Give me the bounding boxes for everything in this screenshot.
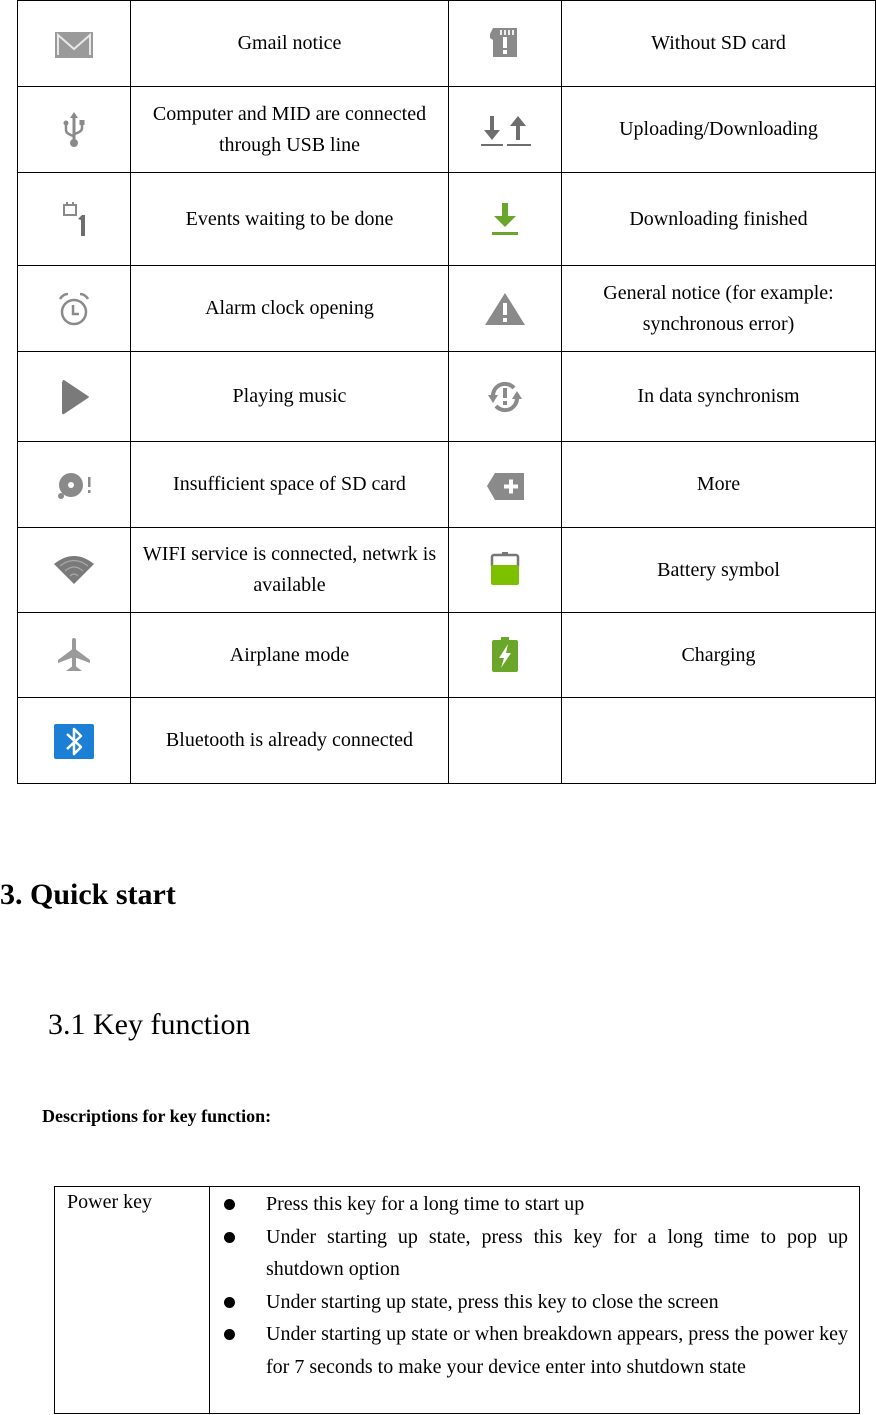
icon-cell	[17, 351, 131, 442]
gmail-icon	[52, 24, 96, 64]
list-item-text: Under starting up state, press this key …	[266, 1290, 719, 1313]
table-row: Insufficient space of SD card More	[17, 441, 876, 528]
icon-description: Charging	[561, 612, 876, 698]
icon-description: More	[561, 441, 876, 528]
icon-description: Gmail notice	[130, 0, 449, 87]
icon-cell	[17, 697, 131, 784]
section-title: 3. Quick start	[0, 878, 176, 911]
table-row: Alarm clock opening General notice (for …	[17, 265, 876, 352]
table-row: Power key Press this key for a long time…	[54, 1186, 860, 1414]
warning-icon	[483, 289, 527, 329]
table-row: Gmail notice Without SD card	[17, 0, 876, 87]
list-item-text: Press this key for a long time to start …	[266, 1193, 585, 1215]
icon-description: In data synchronism	[561, 351, 876, 442]
upload-download-icon	[477, 110, 533, 150]
battery-icon	[483, 550, 527, 590]
icon-cell	[448, 86, 562, 173]
sync-error-icon	[483, 377, 527, 417]
status-icon-table: Gmail notice Without SD card Computer an…	[17, 0, 876, 784]
empty-icon-cell	[448, 697, 562, 784]
table-row: Playing music In data synchronism	[17, 351, 876, 442]
icon-description: Without SD card	[561, 0, 876, 87]
no-sd-card-icon	[483, 24, 527, 64]
icon-cell	[17, 86, 131, 173]
sd-card-full-icon	[52, 465, 96, 505]
key-descriptions: Press this key for a long time to start …	[209, 1186, 860, 1414]
icon-cell	[17, 172, 131, 266]
list-item-text: Under starting up state, press this key …	[266, 1225, 848, 1281]
icon-cell	[17, 527, 131, 613]
play-icon	[52, 377, 96, 417]
bluetooth-icon	[52, 721, 96, 761]
calendar-event-icon	[52, 199, 96, 239]
icon-description: Events waiting to be done	[130, 172, 449, 266]
list-item: Under starting up state, press this key …	[211, 1221, 848, 1286]
alarm-clock-icon	[52, 289, 96, 329]
bullet-icon	[224, 1231, 235, 1243]
table-row: Computer and MID are connected through U…	[17, 86, 876, 173]
icon-cell	[448, 265, 562, 352]
table-row: Bluetooth is already connected	[17, 697, 876, 784]
airplane-icon	[52, 635, 96, 675]
table-row: Airplane mode Charging	[17, 612, 876, 698]
icon-cell	[448, 612, 562, 698]
icon-cell	[448, 441, 562, 528]
icon-cell	[17, 441, 131, 528]
wifi-icon	[52, 550, 96, 590]
icon-description: General notice (for example: synchronous…	[561, 265, 876, 352]
icon-description: Playing music	[130, 351, 449, 442]
table-row: WIFI service is connected, netwrk is ava…	[17, 527, 876, 613]
icon-description: Battery symbol	[561, 527, 876, 613]
icon-cell	[17, 265, 131, 352]
charging-icon	[483, 635, 527, 675]
more-icon	[483, 465, 527, 505]
key-description-list: Press this key for a long time to start …	[211, 1188, 858, 1383]
download-finished-icon	[483, 199, 527, 239]
icon-description: Bluetooth is already connected	[130, 697, 449, 784]
icon-description: Computer and MID are connected through U…	[130, 86, 449, 173]
key-name: Power key	[54, 1186, 210, 1414]
icon-description: WIFI service is connected, netwrk is ava…	[130, 527, 449, 613]
key-function-table: Power key Press this key for a long time…	[54, 1186, 860, 1414]
icon-cell	[448, 0, 562, 87]
icon-cell	[448, 527, 562, 613]
list-item: Under starting up state or when breakdow…	[211, 1318, 848, 1383]
bullet-icon	[224, 1199, 235, 1210]
table-row: Events waiting to be done Downloading fi…	[17, 172, 876, 266]
icon-description: Insufficient space of SD card	[130, 441, 449, 528]
icon-cell	[17, 612, 131, 698]
icon-cell	[448, 351, 562, 442]
list-item: Press this key for a long time to start …	[211, 1188, 848, 1221]
list-item: Under starting up state, press this key …	[211, 1286, 848, 1319]
bullet-icon	[224, 1329, 235, 1340]
empty-description-cell	[561, 697, 876, 784]
icon-description: Airplane mode	[130, 612, 449, 698]
bullet-icon	[224, 1296, 235, 1308]
icon-description: Alarm clock opening	[130, 265, 449, 352]
descriptions-label: Descriptions for key function:	[42, 1106, 272, 1126]
icon-description: Downloading finished	[561, 172, 876, 266]
list-item-text: Under starting up state or when breakdow…	[266, 1323, 848, 1378]
icon-cell	[17, 0, 131, 87]
icon-cell	[448, 172, 562, 266]
subsection-title: 3.1 Key function	[48, 1008, 251, 1041]
usb-icon	[52, 110, 96, 150]
icon-description: Uploading/Downloading	[561, 86, 876, 173]
